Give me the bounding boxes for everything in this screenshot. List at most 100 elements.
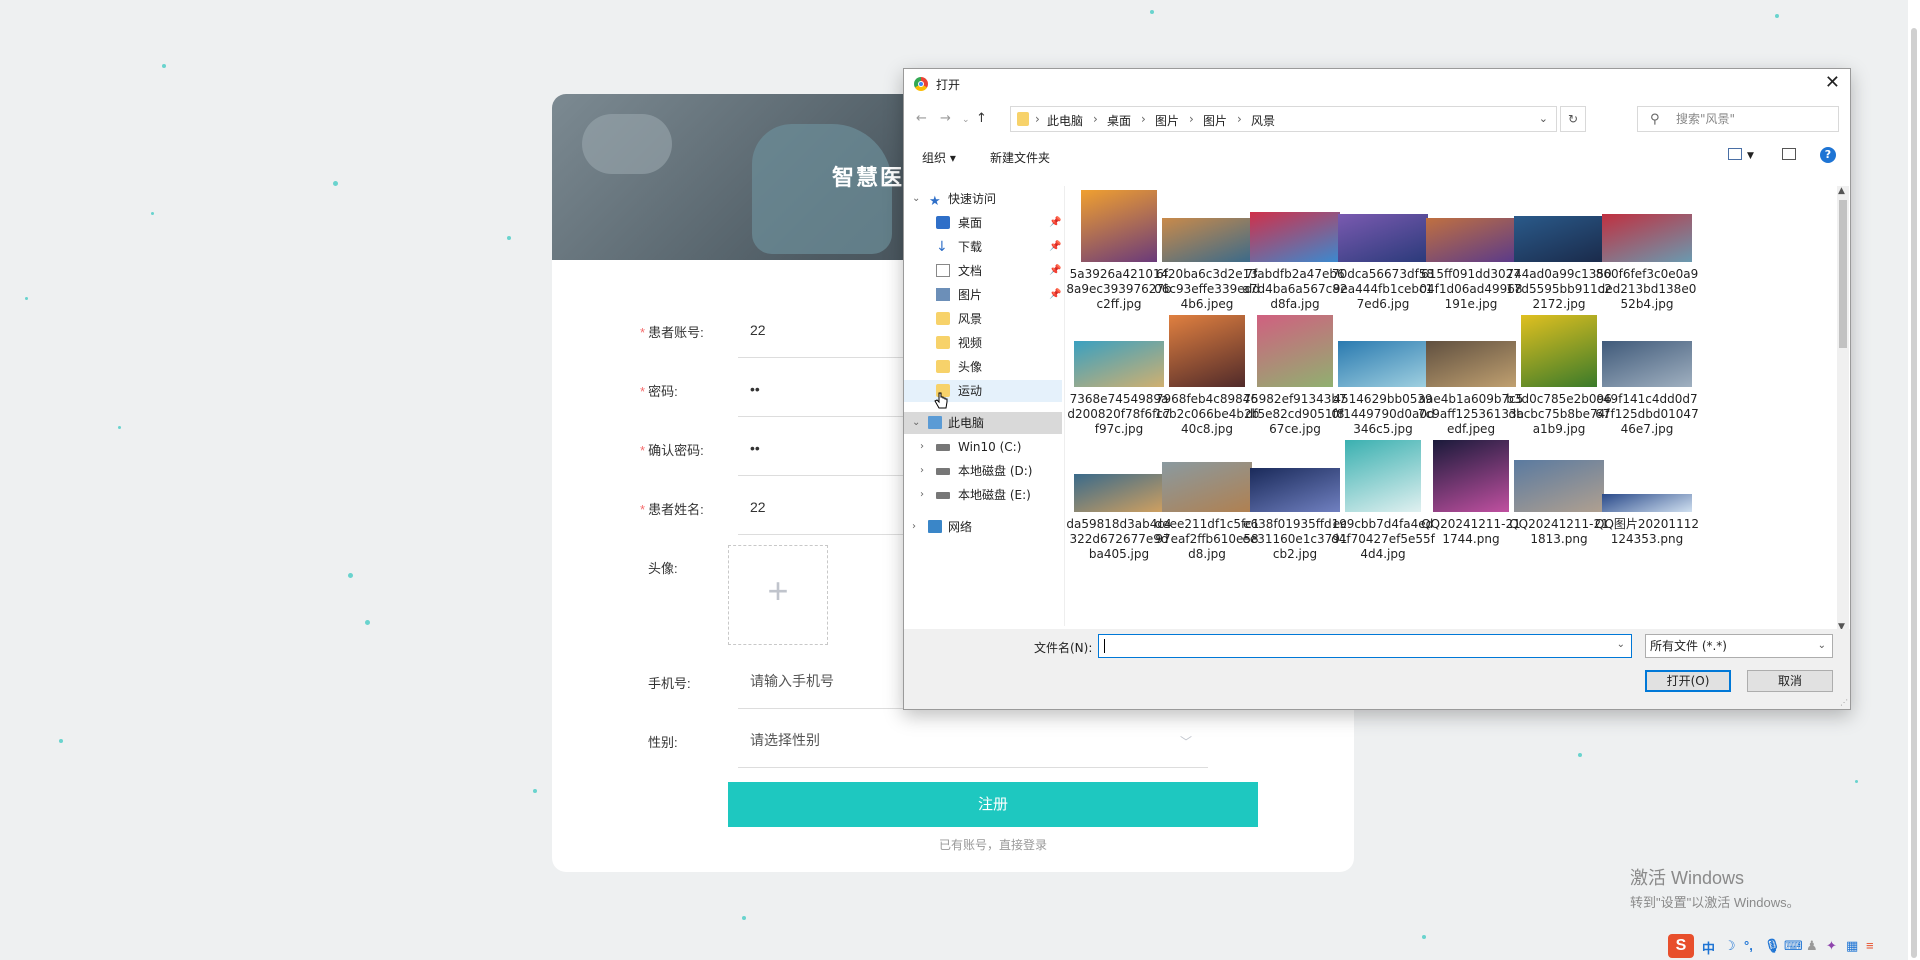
network-icon: [928, 520, 942, 533]
file-thumbnail: [1250, 468, 1340, 512]
name-label: * 患者姓名:: [640, 502, 704, 517]
breadcrumb-item[interactable]: 图片: [1203, 112, 1227, 129]
moon-icon[interactable]: ☽: [1724, 938, 1736, 954]
nav-item-pictures[interactable]: 图片 📌: [904, 284, 1064, 306]
page-scrollbar[interactable]: [1908, 0, 1920, 960]
sogou-menu-icon[interactable]: ≡: [1866, 938, 1874, 953]
close-icon[interactable]: ✕: [1825, 72, 1840, 93]
keyboard-icon[interactable]: ⌨: [1784, 938, 1803, 954]
nav-this-pc[interactable]: ⌄ 此电脑: [904, 412, 1062, 434]
punctuation-icon[interactable]: °,: [1744, 938, 1753, 953]
drive-icon: [936, 468, 950, 475]
file-thumbnail: [1602, 341, 1692, 387]
breadcrumb-item[interactable]: 图片: [1155, 112, 1179, 129]
nav-item-video[interactable]: 视频: [904, 332, 1064, 354]
nav-item-documents[interactable]: 文档 📌: [904, 260, 1064, 282]
nav-item-avatar[interactable]: 头像: [904, 356, 1064, 378]
page-scrollbar-thumb[interactable]: [1911, 28, 1917, 958]
file-thumbnail: [1602, 214, 1692, 262]
nav-network[interactable]: › 网络: [904, 516, 1064, 538]
system-tray: S 中 ☽ °, 🎙 ⌨ ♟ ✦ ▦ ≡: [1668, 934, 1920, 960]
ime-logo-icon[interactable]: S: [1668, 934, 1694, 958]
view-icon[interactable]: [1728, 148, 1742, 160]
file-thumbnail: [1521, 315, 1597, 387]
nav-item-desktop[interactable]: 桌面 📌: [904, 212, 1064, 234]
organize-button[interactable]: 组织 ▾: [922, 149, 956, 166]
forward-icon[interactable]: →: [940, 111, 951, 126]
folder-icon: [936, 360, 950, 373]
folder-icon: [1017, 112, 1029, 126]
nav-drive-e[interactable]: › 本地磁盘 (E:): [904, 484, 1064, 506]
file-thumbnail: [1338, 214, 1428, 262]
preview-pane-icon[interactable]: [1782, 148, 1796, 160]
mouse-cursor-icon: [934, 392, 948, 409]
file-thumbnail: [1074, 341, 1164, 387]
file-thumbnail: [1169, 315, 1245, 387]
resize-grip-icon[interactable]: ⋰: [1840, 698, 1848, 707]
open-button[interactable]: 打开(O): [1645, 670, 1731, 692]
refresh-icon[interactable]: ↻: [1560, 106, 1586, 132]
nav-drive-c[interactable]: › Win10 (C:): [904, 436, 1064, 458]
activation-watermark: 激活 Windows 转到"设置"以激活 Windows。: [1630, 864, 1800, 911]
file-thumbnail: [1257, 315, 1333, 387]
nav-item-download[interactable]: ↓ 下载 📌: [904, 236, 1064, 258]
file-grid-scrollbar[interactable]: ▲ ▼: [1837, 186, 1849, 636]
watermark-subtitle: 转到"设置"以激活 Windows。: [1630, 895, 1800, 910]
file-thumbnail: [1345, 440, 1421, 512]
skin-icon[interactable]: ✦: [1826, 938, 1837, 954]
breadcrumb-item[interactable]: 桌面: [1107, 112, 1131, 129]
cancel-button[interactable]: 取消: [1747, 670, 1833, 692]
file-thumbnail: [1514, 460, 1604, 512]
watermark-title: 激活 Windows: [1630, 868, 1745, 888]
dialog-footer: 文件名(N): ⌄ 所有文件 (*.*) ⌄ 打开(O) 取消 ⋰: [904, 629, 1850, 709]
dialog-title: 打开: [936, 78, 961, 92]
dialog-navbar: ← → ⌄ ↑ › 此电脑 › 桌面 › 图片 › 图片 › 风景 ⌄ ↻ ⚲ 搜…: [904, 103, 1850, 135]
nav-quick-access[interactable]: ⌄ ★ 快速访问: [904, 188, 1064, 210]
ime-mode-indicator[interactable]: 中: [1702, 938, 1715, 957]
file-open-dialog: 打开 ✕ ← → ⌄ ↑ › 此电脑 › 桌面 › 图片 › 图片 › 风景 ⌄…: [903, 68, 1851, 710]
folder-icon: [936, 336, 950, 349]
breadcrumb-item[interactable]: 风景: [1251, 112, 1275, 129]
star-icon: ★: [929, 194, 941, 209]
plus-icon: +: [767, 570, 789, 611]
address-bar[interactable]: › 此电脑 › 桌面 › 图片 › 图片 › 风景 ⌄: [1010, 106, 1557, 132]
scrollbar-thumb[interactable]: [1839, 200, 1847, 348]
chrome-icon: [914, 77, 928, 91]
microphone-icon[interactable]: 🎙: [1764, 938, 1781, 954]
dialog-titlebar[interactable]: 打开 ✕: [904, 69, 1850, 99]
document-icon: [936, 264, 950, 277]
nav-item-sports[interactable]: 运动: [904, 380, 1062, 402]
chevron-down-icon[interactable]: ⌄: [1617, 639, 1625, 650]
recent-dropdown-icon[interactable]: ⌄: [962, 115, 970, 125]
nav-item-scenery[interactable]: 风景: [904, 308, 1064, 330]
search-input[interactable]: ⚲ 搜索"风景": [1637, 106, 1839, 132]
gender-select[interactable]: 请选择性别 ﹀: [738, 730, 1208, 768]
new-folder-button[interactable]: 新建文件夹: [990, 149, 1050, 166]
up-icon[interactable]: ↑: [976, 111, 987, 126]
file-thumbnail: [1162, 462, 1252, 512]
filename-label: 文件名(N):: [1034, 641, 1093, 655]
user-icon[interactable]: ♟: [1806, 938, 1818, 954]
nav-pane: ⌄ ★ 快速访问 桌面 📌 ↓ 下载 📌 文档 📌 图片 📌 风景 视频 头像 运动 ⌄ …: [904, 186, 1065, 626]
address-dropdown-icon[interactable]: ⌄: [1539, 112, 1548, 125]
toolbox-icon[interactable]: ▦: [1846, 938, 1858, 954]
nav-drive-d[interactable]: › 本地磁盘 (D:): [904, 460, 1064, 482]
back-icon[interactable]: ←: [916, 111, 927, 126]
file-name: 860f6fef3c0e0a9ded213bd138e052b4.jpg: [1595, 267, 1699, 311]
register-button[interactable]: 注册: [728, 782, 1258, 827]
pin-icon: 📌: [1049, 289, 1062, 300]
desktop-icon: [936, 216, 950, 229]
banner-title: 智慧医: [832, 165, 905, 190]
avatar-upload[interactable]: +: [728, 545, 828, 645]
filetype-select[interactable]: 所有文件 (*.*) ⌄: [1645, 634, 1833, 658]
pin-icon: 📌: [1049, 241, 1062, 252]
scroll-up-icon[interactable]: ▲: [1838, 186, 1845, 196]
view-dropdown-icon[interactable]: ▼: [1747, 151, 1754, 161]
breadcrumb-item[interactable]: 此电脑: [1047, 112, 1083, 129]
filename-input[interactable]: ⌄: [1098, 634, 1632, 658]
file-thumbnail: [1338, 341, 1428, 387]
file-name: c49f141c4dd0d767f125dbd0104746e7.jpg: [1595, 392, 1699, 436]
help-icon[interactable]: ?: [1820, 147, 1836, 163]
login-link[interactable]: 已有账号，直接登录: [728, 836, 1258, 853]
file-thumbnail: [1426, 341, 1516, 387]
